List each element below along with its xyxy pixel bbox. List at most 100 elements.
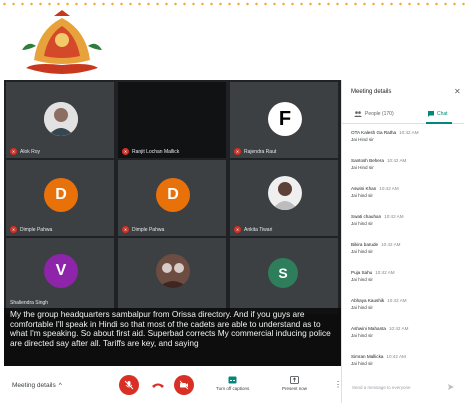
call-controls-bar: Meeting details ^ Turn off captions Pres…	[4, 366, 342, 403]
participant-tile[interactable]	[118, 238, 226, 314]
message-text: Jai Hind sir	[351, 165, 374, 170]
chat-message: Swati chauhan 10:42 AM Jai hind sir	[351, 214, 459, 226]
message-text: Jai hind sir	[351, 277, 373, 282]
mic-off-icon: ✕	[122, 148, 129, 155]
present-now-button[interactable]: Present now	[282, 376, 307, 391]
chat-message: Puja Sahu 10:42 AM Jai hind sir	[351, 270, 459, 282]
end-call-button[interactable]	[151, 379, 165, 391]
closed-captions-icon	[228, 376, 237, 384]
mic-off-icon: ✕	[122, 226, 129, 233]
tab-chat[interactable]: Chat	[428, 111, 448, 117]
sender-name: Ashwini Mahanta	[351, 326, 386, 331]
message-time: 10:42 AM	[388, 326, 409, 331]
captions-label: Turn off captions	[216, 386, 250, 391]
participant-tile[interactable]: ✕ Alok Roy	[6, 82, 114, 158]
participant-avatar: D	[156, 178, 190, 212]
message-time: 10:42 AM	[399, 130, 419, 135]
participant-avatar: S	[268, 258, 298, 288]
mic-off-icon: ✕	[10, 148, 17, 155]
mic-toggle-button[interactable]	[119, 375, 139, 395]
participant-name: Ranjit Lochan Mallick	[132, 148, 180, 155]
camera-toggle-button[interactable]	[174, 375, 194, 395]
chat-message: Santosh Behera 10:42 AM Jai Hind sir	[351, 158, 459, 170]
participant-photo	[268, 176, 302, 210]
message-text: Jai hind sir	[351, 333, 373, 338]
close-icon[interactable]: ✕	[454, 87, 461, 96]
meeting-details-button[interactable]: Meeting details ^	[12, 382, 62, 389]
participant-photo	[44, 102, 78, 136]
message-text: Jai hind sir	[351, 305, 373, 310]
tab-chat-label: Chat	[437, 111, 448, 117]
sender-name: Bikira barude	[351, 242, 379, 247]
participant-avatar: D	[44, 178, 78, 212]
message-text: Jai hind sir	[351, 193, 373, 198]
message-text: Jai hind sir	[351, 361, 373, 366]
participant-photo	[156, 254, 190, 288]
meeting-details-label: Meeting details	[12, 382, 56, 389]
chat-message: Abhaya Kaushik 10:42 AM Jai hind sir	[351, 298, 459, 310]
message-time: 10:42 AM	[381, 242, 401, 247]
participant-name: Alok Roy	[20, 148, 41, 155]
video-grid: ✕ Alok Roy ✕ Ranjit Lochan Mallick F ✕ Raje…	[4, 80, 341, 366]
participant-avatar: V	[44, 254, 78, 288]
tab-people-label: People (170)	[365, 111, 394, 117]
participant-name: Shaliendra Singh	[10, 300, 49, 306]
chat-message: Aswini Khan 10:42 AM Jai hind sir	[351, 186, 459, 198]
sender-name: Abhaya Kaushik	[351, 298, 385, 303]
message-text: Jai hind sir	[351, 249, 373, 254]
message-time: 10:42 AM	[386, 158, 407, 163]
chat-message: Bikira barude 10:42 AM Jai hind sir	[351, 242, 459, 254]
panel-tabs: People (170) Chat	[342, 106, 464, 124]
participant-tile[interactable]: ✕ Ankita Tiwari	[230, 160, 338, 236]
message-time: 10:42 AM	[387, 298, 407, 303]
present-label: Present now	[282, 386, 308, 391]
chat-message-input[interactable]: Send a message to everyone	[348, 380, 458, 394]
sender-name: Santosh Behera	[351, 158, 384, 163]
message-time: 10:42 AM	[386, 354, 406, 359]
participant-tile[interactable]: D ✕ Dimple Pahwa	[6, 160, 114, 236]
sender-name: Puja Sahu	[351, 270, 373, 275]
sender-name: Swati chauhan	[351, 214, 382, 219]
chat-message: Simran Mallicka 10:42 AM Jai hind sir	[351, 354, 459, 366]
panel-title: Meeting details	[351, 89, 392, 95]
mic-off-icon	[124, 380, 134, 390]
chevron-up-icon: ^	[58, 382, 62, 389]
participant-name: Ankita Tiwari	[244, 226, 273, 233]
active-tab-indicator	[426, 122, 452, 124]
participant-name: Dimple Pahwa	[20, 226, 53, 233]
present-screen-icon	[290, 376, 299, 384]
people-icon	[354, 111, 362, 117]
tab-people[interactable]: People (170)	[354, 111, 394, 117]
participant-tile[interactable]: F ✕ Rajendra Raut	[230, 82, 338, 158]
message-text: Jai hind sir	[351, 221, 373, 226]
message-time: 10:42 AM	[375, 270, 395, 275]
sender-name: Aswini Khan	[351, 186, 377, 191]
mic-off-icon: ✕	[234, 148, 241, 155]
participant-tile[interactable]: S	[230, 238, 338, 314]
chat-input-placeholder: Send a message to everyone	[352, 384, 411, 390]
captions-toggle-button[interactable]: Turn off captions	[216, 376, 249, 391]
send-icon[interactable]	[448, 384, 454, 390]
group-photo-icon	[156, 254, 190, 288]
participant-name: Dimple Pahwa	[132, 226, 165, 233]
mic-off-icon: ✕	[10, 226, 17, 233]
live-caption: My the group headquarters sambalpur from…	[4, 308, 341, 366]
mic-off-icon: ✕	[234, 226, 241, 233]
decorative-dotted-border	[0, 1, 467, 7]
meet-window: ✕ Alok Roy ✕ Ranjit Lochan Mallick F ✕ Raje…	[4, 80, 464, 403]
participant-tile[interactable]: V Shaliendra Singh	[6, 238, 114, 314]
institution-emblem	[22, 10, 102, 74]
chat-message: Ashwini Mahanta 10:42 AM Jai hind sir	[351, 326, 459, 338]
chat-icon	[428, 111, 434, 117]
message-text: Jai Hind sir	[351, 137, 374, 142]
camera-off-icon	[179, 380, 189, 390]
screen: ✕ Alok Roy ✕ Ranjit Lochan Mallick F ✕ Raje…	[0, 0, 467, 405]
person-photo-icon	[44, 102, 78, 136]
participant-tile[interactable]: D ✕ Dimple Pahwa	[118, 160, 226, 236]
participant-tile[interactable]: ✕ Ranjit Lochan Mallick	[118, 82, 226, 158]
meeting-details-panel: Meeting details ✕ People (170) Chat OTA …	[341, 80, 464, 403]
participant-name: Rajendra Raut	[244, 148, 277, 155]
chat-message: OTA Kalesh Ga Ratha 10:42 AM Jai Hind sir	[351, 130, 459, 142]
message-time: 10:42 AM	[379, 186, 399, 191]
sender-name: Simran Mallicka	[351, 354, 384, 359]
